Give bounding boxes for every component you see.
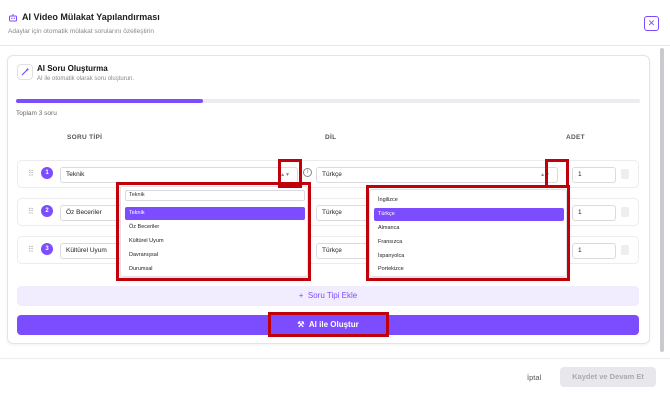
progress-fill xyxy=(16,99,204,103)
highlight-lang-dropdown xyxy=(366,185,570,281)
add-question-type-button[interactable]: + Soru Tipi Ekle xyxy=(17,286,639,306)
progress-bar xyxy=(16,99,640,103)
count-input[interactable]: 1 xyxy=(572,205,616,221)
row-number: 3 xyxy=(41,243,53,255)
type-select[interactable]: Teknik ▲▼ xyxy=(60,167,298,183)
column-header-count: ADET xyxy=(566,134,585,141)
robot-icon xyxy=(8,13,18,23)
trash-icon[interactable] xyxy=(621,207,629,217)
close-button[interactable]: ✕ xyxy=(644,16,659,31)
trash-icon[interactable] xyxy=(621,169,629,179)
count-input[interactable]: 1 xyxy=(572,243,616,259)
close-icon: ✕ xyxy=(647,18,656,28)
drag-handle-icon[interactable]: ⠿ xyxy=(28,169,34,178)
dialog-subtitle: Adaylar için otomatik mülakat sorularını… xyxy=(8,28,154,35)
column-header-type: SORU TİPİ xyxy=(67,134,103,141)
highlight-lang-chevron xyxy=(545,159,569,188)
scrollbar[interactable] xyxy=(660,48,664,352)
dialog-title: AI Video Mülakat Yapılandırması xyxy=(22,12,160,22)
trash-icon[interactable] xyxy=(621,245,629,255)
card-subtitle: AI ile otomatik olarak soru oluşturun. xyxy=(37,76,135,82)
info-icon[interactable]: i xyxy=(303,168,312,177)
drag-handle-icon[interactable]: ⠿ xyxy=(28,207,34,216)
row-number: 2 xyxy=(41,205,53,217)
column-header-lang: DİL xyxy=(325,134,337,141)
save-continue-button[interactable]: Kaydet ve Devam Et xyxy=(560,367,656,387)
row-number: 1 xyxy=(41,167,53,179)
drag-handle-icon[interactable]: ⠿ xyxy=(28,245,34,254)
highlight-type-dropdown xyxy=(116,182,311,281)
count-input[interactable]: 1 xyxy=(572,167,616,183)
total-count: Toplam 3 soru xyxy=(16,110,57,117)
lang-select[interactable]: Türkçe▲▼ xyxy=(316,167,558,183)
card-title: AI Soru Oluşturma xyxy=(37,64,108,73)
cancel-button[interactable]: İptal xyxy=(527,373,541,382)
dialog-header: AI Video Mülakat Yapılandırması Adaylar … xyxy=(0,0,670,46)
highlight-generate-button xyxy=(268,312,389,337)
magic-wand-icon xyxy=(17,64,33,80)
plus-icon: + xyxy=(298,291,304,300)
